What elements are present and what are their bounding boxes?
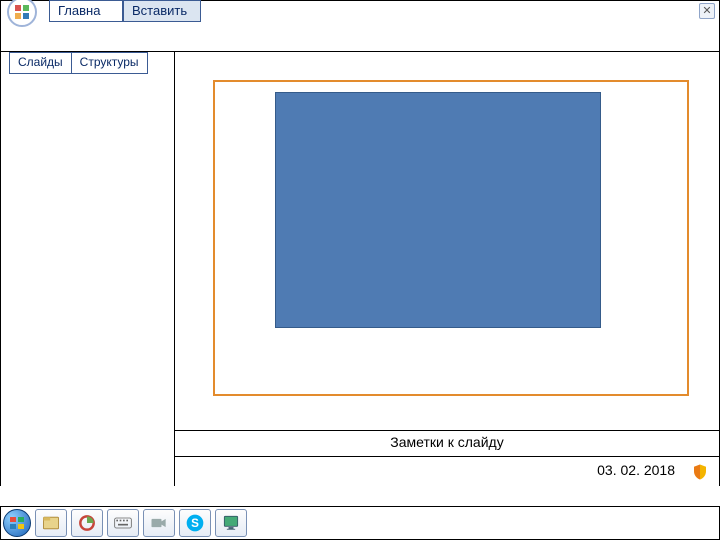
taskbar-btn-video[interactable] [143,509,175,537]
taskbar-btn-skype[interactable]: S [179,509,211,537]
windows-logo-icon [10,517,24,529]
taskbar-btn-explorer[interactable] [35,509,67,537]
notes-pane[interactable]: Заметки к слайду [175,430,719,456]
taskbar-btn-keyboard[interactable] [107,509,139,537]
notes-placeholder: Заметки к слайду [390,434,503,450]
slide-shape-rect[interactable] [275,92,601,328]
panel-tab-outline[interactable]: Структуры [71,52,148,74]
svg-text:S: S [191,517,199,530]
status-date: 03. 02. 2018 [597,462,675,478]
slides-panel: Слайды Структуры [0,52,175,486]
status-bar: 03. 02. 2018 [175,456,719,486]
ribbon-tab-home[interactable]: Главна [49,0,123,22]
ribbon-body [0,22,720,52]
slide-canvas[interactable] [213,80,689,396]
work-area: Слайды Структуры Заметки к слайду 03. 02… [0,52,720,486]
ribbon-tabs-bar: Главна Вставить ✕ [0,0,720,22]
taskbar-btn-chart[interactable] [71,509,103,537]
slides-thumb-area[interactable] [1,74,174,486]
editor-area: Заметки к слайду 03. 02. 2018 [175,52,720,486]
close-button[interactable]: ✕ [699,3,715,19]
taskbar-btn-monitor[interactable] [215,509,247,537]
office-logo-icon [15,5,29,19]
taskbar: S [0,506,720,540]
panel-tab-slides[interactable]: Слайды [9,52,72,74]
ribbon-tab-insert[interactable]: Вставить [123,0,201,22]
panel-tab-strip: Слайды Структуры [1,52,174,74]
shield-icon [691,462,709,482]
start-button[interactable] [3,509,31,537]
